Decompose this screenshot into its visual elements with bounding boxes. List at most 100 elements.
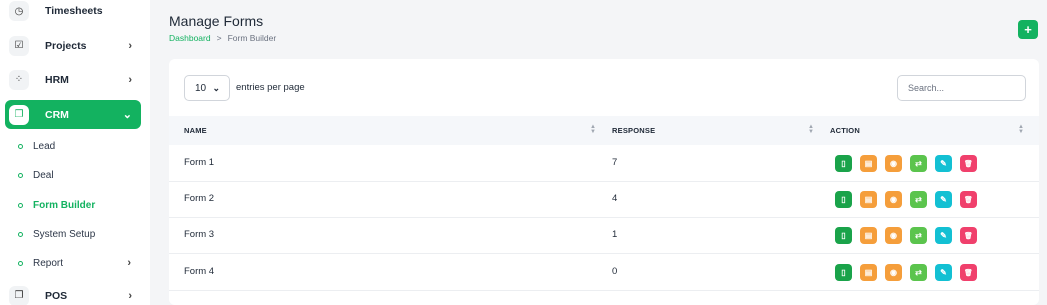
eye-icon: ◉ [890, 268, 897, 277]
convert-button[interactable]: ⇄ [910, 155, 927, 172]
trash-icon: 🗑 [964, 232, 973, 240]
form-name-cell: Form 4 [184, 266, 215, 277]
file-icon: ▯ [841, 231, 846, 240]
refresh-icon: ⇄ [915, 159, 922, 168]
table-row: Form 4 0 ▯ ▤ ◉ ⇄ ✎ 🗑 [169, 254, 1039, 291]
delete-button[interactable]: 🗑 [960, 264, 977, 281]
eye-icon: ◉ [890, 195, 897, 204]
form-name-cell: Form 3 [184, 229, 215, 240]
sidebar: ◷ Timesheets ☑ Projects › ⁘ HRM › ❐ CRM … [0, 0, 150, 305]
breadcrumb-dashboard-link[interactable]: Dashboard [169, 33, 211, 43]
sidebar-subitem-label: Lead [33, 140, 56, 152]
column-header-name[interactable]: NAME [184, 126, 207, 135]
chevron-right-icon: › [127, 257, 131, 269]
entries-value: 10 [195, 82, 207, 94]
refresh-icon: ⇄ [915, 195, 922, 204]
sidebar-item-label: POS [45, 289, 68, 302]
sort-icon[interactable]: ▲ ▼ [590, 124, 596, 135]
eye-icon: ◉ [890, 231, 897, 240]
entries-per-page-select[interactable]: 10 ⌄ [184, 75, 230, 101]
chevron-down-icon: ⌄ [122, 109, 132, 121]
table-row: Form 1 7 ▯ ▤ ◉ ⇄ ✎ 🗑 [169, 145, 1039, 182]
sort-icon[interactable]: ▲ ▼ [808, 124, 814, 135]
table-icon: ▤ [864, 268, 873, 277]
table-icon: ▤ [864, 159, 873, 168]
preview-button[interactable]: ◉ [885, 191, 902, 208]
trash-icon: 🗑 [964, 160, 973, 168]
bullet-icon [18, 231, 23, 237]
breadcrumb-current: Form Builder [227, 33, 277, 43]
search-input[interactable] [897, 75, 1026, 101]
layers-icon: ❐ [9, 104, 29, 125]
sidebar-item-label: Timesheets [45, 5, 103, 17]
sidebar-item-hrm[interactable]: ⁘ HRM › [5, 65, 141, 94]
chevron-right-icon: › [128, 289, 132, 302]
column-header-action[interactable]: ACTION [830, 126, 860, 135]
convert-button[interactable]: ⇄ [910, 227, 927, 244]
table-row: Form 2 4 ▯ ▤ ◉ ⇄ ✎ 🗑 [169, 181, 1039, 218]
responses-button[interactable]: ▤ [860, 191, 877, 208]
page-title: Manage Forms [169, 13, 264, 29]
row-actions: ▯ ▤ ◉ ⇄ ✎ 🗑 [835, 264, 977, 281]
row-actions: ▯ ▤ ◉ ⇄ ✎ 🗑 [835, 155, 977, 172]
layers-icon: ❐ [9, 285, 29, 305]
table-header: NAME ▲ ▼ RESPONSE ▲ ▼ ACTION ▲ ▼ [169, 116, 1039, 145]
convert-button[interactable]: ⇄ [910, 264, 927, 281]
preview-button[interactable]: ◉ [885, 264, 902, 281]
preview-button[interactable]: ◉ [885, 155, 902, 172]
responses-button[interactable]: ▤ [860, 155, 877, 172]
chevron-right-icon: › [128, 73, 132, 86]
bullet-icon [18, 260, 23, 266]
refresh-icon: ⇄ [915, 268, 922, 277]
eye-icon: ◉ [890, 159, 897, 168]
edit-button[interactable]: ✎ [935, 155, 952, 172]
sidebar-item-label: Projects [45, 39, 87, 52]
delete-button[interactable]: 🗑 [960, 227, 977, 244]
pencil-icon: ✎ [940, 195, 947, 204]
view-form-button[interactable]: ▯ [835, 155, 852, 172]
edit-button[interactable]: ✎ [935, 227, 952, 244]
delete-button[interactable]: 🗑 [960, 155, 977, 172]
pencil-icon: ✎ [940, 268, 947, 277]
responses-button[interactable]: ▤ [860, 264, 877, 281]
trash-icon: 🗑 [964, 269, 973, 277]
sidebar-subitem-label: Deal [33, 169, 54, 181]
row-actions: ▯ ▤ ◉ ⇄ ✎ 🗑 [835, 227, 977, 244]
view-form-button[interactable]: ▯ [835, 264, 852, 281]
view-form-button[interactable]: ▯ [835, 227, 852, 244]
response-count-cell: 0 [612, 266, 618, 277]
network-icon: ⁘ [9, 69, 29, 90]
response-count-cell: 1 [612, 229, 618, 240]
table-icon: ▤ [864, 231, 873, 240]
breadcrumb: Dashboard > Form Builder [169, 33, 276, 43]
breadcrumb-separator: > [216, 33, 222, 43]
view-form-button[interactable]: ▯ [835, 191, 852, 208]
bullet-icon [18, 143, 23, 149]
response-count-cell: 4 [612, 193, 618, 204]
sort-icon[interactable]: ▲ ▼ [1018, 124, 1024, 135]
edit-button[interactable]: ✎ [935, 191, 952, 208]
sidebar-subitem-deal[interactable]: Deal [18, 165, 141, 185]
chevron-right-icon: › [128, 39, 132, 52]
sidebar-subitem-lead[interactable]: Lead [18, 136, 141, 156]
clock-icon: ◷ [9, 1, 29, 21]
delete-button[interactable]: 🗑 [960, 191, 977, 208]
sidebar-item-projects[interactable]: ☑ Projects › [5, 31, 141, 60]
chevron-down-icon: ⌄ [212, 82, 220, 93]
refresh-icon: ⇄ [915, 231, 922, 240]
sidebar-item-crm[interactable]: ❐ CRM ⌄ [5, 100, 141, 129]
convert-button[interactable]: ⇄ [910, 191, 927, 208]
column-header-response[interactable]: RESPONSE [612, 126, 655, 135]
responses-button[interactable]: ▤ [860, 227, 877, 244]
sidebar-subitem-report[interactable]: Report › [18, 253, 141, 273]
preview-button[interactable]: ◉ [885, 227, 902, 244]
edit-button[interactable]: ✎ [935, 264, 952, 281]
sidebar-item-pos[interactable]: ❐ POS › [5, 281, 141, 305]
add-form-button[interactable]: + [1018, 20, 1038, 39]
checkbox-icon: ☑ [9, 35, 29, 56]
sidebar-item-timesheets[interactable]: ◷ Timesheets [5, 0, 141, 22]
sidebar-subitem-label: Form Builder [33, 199, 96, 211]
file-icon: ▯ [841, 195, 846, 204]
sidebar-subitem-form-builder[interactable]: Form Builder [18, 195, 141, 215]
sidebar-subitem-system-setup[interactable]: System Setup [18, 224, 141, 244]
